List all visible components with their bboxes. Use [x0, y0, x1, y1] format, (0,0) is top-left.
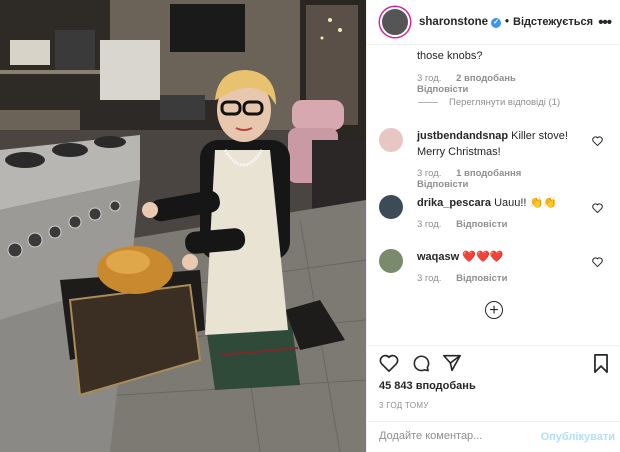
reply-button[interactable]: Відповісти — [417, 179, 468, 190]
comment-meta: 3 год. 2 вподобань Відповісти — [417, 73, 587, 95]
comment-text: justbendandsnap Killer stove! Merry Chri… — [417, 128, 587, 160]
comment-text: those knobs? — [417, 50, 483, 62]
comment-input[interactable] — [379, 430, 529, 442]
commenter-avatar[interactable] — [379, 195, 403, 219]
comment-meta: 3 год. Відповісти — [417, 219, 587, 230]
comment-time[interactable]: 3 год. — [417, 168, 441, 179]
comment-item: waqasw ❤️❤️❤️ 3 год. Відповісти — [379, 249, 609, 284]
author-username-group: sharonstone ✓ • Відстежується — [419, 16, 593, 28]
comment-icon[interactable] — [411, 354, 431, 373]
comment-meta: 3 год. 1 вподобання Відповісти — [417, 168, 587, 190]
comment-text: drika_pescara Uauu!! 👏👏 — [417, 195, 587, 211]
bookmark-icon[interactable] — [593, 354, 609, 373]
comment-partial: those knobs? 3 год. 2 вподобань Відповіс… — [379, 45, 609, 95]
comment-item: justbendandsnap Killer stove! Merry Chri… — [379, 128, 609, 190]
post-actions: 45 843 вподобань 3 ГОД ТОМУ — [367, 345, 620, 410]
commenter-avatar[interactable] — [379, 128, 403, 152]
action-icons-row — [367, 346, 620, 380]
share-icon[interactable] — [442, 354, 462, 372]
load-more-comments-icon[interactable]: + — [485, 301, 503, 319]
comment-time[interactable]: 3 год. — [417, 273, 441, 284]
likes-count[interactable]: 45 843 вподобань — [379, 380, 476, 392]
author-username[interactable]: sharonstone — [419, 16, 488, 28]
comment-text: waqasw ❤️❤️❤️ — [417, 249, 587, 265]
comment-composer: Опублікувати — [367, 421, 620, 452]
replies-line — [418, 102, 438, 103]
heart-icon[interactable] — [379, 354, 399, 372]
post-header: sharonstone ✓ • Відстежується ••• — [367, 0, 620, 45]
commenter-username[interactable]: drika_pescara — [417, 197, 491, 209]
instagram-post: sharonstone ✓ • Відстежується ••• those kno… — [0, 0, 620, 452]
post-side-panel: sharonstone ✓ • Відстежується ••• those kno… — [366, 0, 620, 452]
commenter-avatar[interactable] — [379, 249, 403, 273]
separator-dot: • — [505, 16, 510, 28]
more-options-icon[interactable]: ••• — [598, 14, 612, 31]
comment-like-heart-icon[interactable] — [592, 203, 603, 213]
comment-meta: 3 год. Відповісти — [417, 273, 587, 284]
reply-button[interactable]: Відповісти — [456, 219, 507, 230]
comment-likes[interactable]: 2 вподобань — [456, 73, 516, 84]
verified-badge-icon: ✓ — [491, 18, 502, 28]
comment-likes[interactable]: 1 вподобання — [456, 168, 521, 179]
view-replies-button[interactable]: Переглянути відповіді (1) — [418, 97, 560, 108]
publish-button[interactable]: Опублікувати — [541, 431, 615, 443]
follow-state-button[interactable]: Відстежується — [513, 16, 593, 28]
comment-like-heart-icon[interactable] — [592, 136, 603, 146]
comments-list[interactable]: those knobs? 3 год. 2 вподобань Відповіс… — [367, 45, 620, 345]
post-photo[interactable] — [0, 0, 366, 452]
comment-body: ❤️❤️❤️ — [462, 251, 504, 263]
comment-time[interactable]: 3 год. — [417, 219, 441, 230]
comment-item: drika_pescara Uauu!! 👏👏 3 год. Відповіст… — [379, 195, 609, 230]
comment-like-heart-icon[interactable] — [592, 257, 603, 267]
commenter-username[interactable]: waqasw — [417, 251, 459, 263]
author-avatar[interactable] — [380, 7, 410, 37]
commenter-username[interactable]: justbendandsnap — [417, 130, 508, 142]
photo-illustration — [0, 0, 366, 452]
post-timestamp[interactable]: 3 ГОД ТОМУ — [379, 401, 429, 410]
view-replies-label: Переглянути відповіді (1) — [449, 97, 561, 108]
reply-button[interactable]: Відповісти — [417, 84, 468, 95]
reply-button[interactable]: Відповісти — [456, 273, 507, 284]
comment-body: Uauu!! 👏👏 — [494, 197, 557, 209]
comment-time[interactable]: 3 год. — [417, 73, 441, 84]
